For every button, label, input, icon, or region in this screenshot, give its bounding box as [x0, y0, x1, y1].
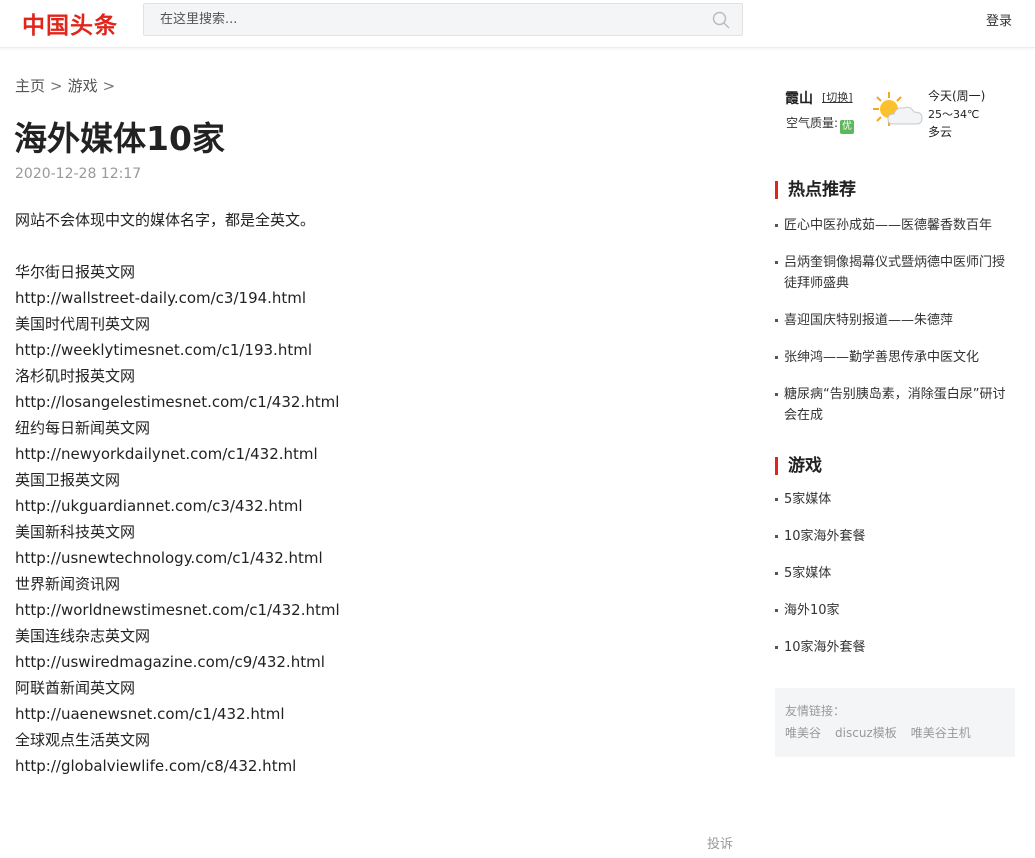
entry-name: 洛杉矶时报英文网 [15, 367, 136, 385]
entry-url: http://weeklytimesnet.com/c1/193.html [15, 341, 312, 359]
article-title: 海外媒体10家 [14, 119, 225, 158]
entry-url: http://losangelestimesnet.com/c1/432.htm… [15, 393, 340, 411]
games-item[interactable]: 10家海外套餐 [775, 526, 1015, 547]
entry-list: 华尔街日报英文网 http://wallstreet-daily.com/c3/1… [15, 259, 735, 779]
hot-section-title: 热点推荐 [775, 181, 856, 199]
friend-links-label: 友情链接： [785, 704, 846, 718]
weather-switch-link[interactable]: [切换] [822, 89, 853, 105]
weather-desc: 多云 [928, 125, 953, 139]
breadcrumb-separator: > [102, 77, 116, 95]
search-input[interactable] [144, 4, 704, 35]
weather-widget: 霞山 [切换] 空气质量: 优 今天(周一) 25～34℃ 多云 [775, 80, 1015, 150]
login-link[interactable]: 登录 [986, 10, 1012, 29]
hot-item[interactable]: 匠心中医孙成茹——医德馨香数百年 [775, 215, 1015, 236]
friend-link[interactable]: discuz模板 [835, 726, 897, 740]
top-header: 中国头条 登录 [0, 0, 1035, 48]
friend-link[interactable]: 唯美谷 [785, 726, 821, 740]
entry-url: http://globalviewlife.com/c8/432.html [15, 757, 297, 775]
games-item[interactable]: 5家媒体 [775, 563, 1015, 584]
entry-url: http://worldnewstimesnet.com/c1/432.html [15, 601, 340, 619]
entry-name: 华尔街日报英文网 [15, 263, 136, 281]
hot-item[interactable]: 张绅鸿——勤学善思传承中医文化 [775, 347, 1015, 368]
breadcrumb-section[interactable]: 游戏 [68, 77, 98, 95]
games-item[interactable]: 海外10家 [775, 600, 1015, 621]
report-link[interactable]: 投诉 [707, 833, 733, 852]
entry-name: 阿联酋新闻英文网 [15, 679, 136, 697]
search-box [143, 3, 743, 36]
breadcrumb-home[interactable]: 主页 [15, 77, 45, 95]
entry-url: http://usnewtechnology.com/c1/432.html [15, 549, 323, 567]
hot-item[interactable]: 喜迎国庆特别报道——朱德萍 [775, 310, 1015, 331]
friend-links: 友情链接： 唯美谷 discuz模板 唯美谷主机 [775, 688, 1015, 757]
hot-item[interactable]: 糖尿病“告别胰岛素，消除蛋白尿”研讨会在成 [775, 384, 1015, 426]
hot-list: 匠心中医孙成茹——医德馨香数百年吕炳奎铜像揭幕仪式暨炳德中医师门授徒拜师盛典喜迎… [775, 215, 1015, 426]
site-logo[interactable]: 中国头条 [22, 6, 118, 40]
breadcrumb-separator: > [50, 77, 63, 95]
entry-name: 世界新闻资讯网 [15, 575, 121, 593]
games-item[interactable]: 5家媒体 [775, 489, 1015, 510]
entry-name: 美国时代周刊英文网 [15, 315, 151, 333]
friend-link[interactable]: 唯美谷主机 [911, 726, 971, 740]
hot-item[interactable]: 吕炳奎铜像揭幕仪式暨炳德中医师门授徒拜师盛典 [775, 252, 1015, 294]
friend-links-row: 唯美谷 discuz模板 唯美谷主机 [785, 724, 1005, 741]
entry-name: 英国卫报英文网 [15, 471, 121, 489]
article-body: 网站不会体现中文的媒体名字，都是全英文。 华尔街日报英文网 http://wall… [15, 207, 735, 779]
games-item[interactable]: 10家海外套餐 [775, 637, 1015, 658]
games-section-title: 游戏 [775, 457, 822, 475]
weather-city: 霞山 [785, 91, 813, 107]
aq-badge: 优 [840, 120, 855, 134]
entry-url: http://uswiredmagazine.com/c9/432.html [15, 653, 325, 671]
search-icon[interactable] [712, 11, 730, 29]
article-date: 2020-12-28 12:17 [15, 166, 142, 182]
weather-temp: 25～34℃ [928, 108, 980, 121]
entry-url: http://newyorkdailynet.com/c1/432.html [15, 445, 318, 463]
sidebar: 霞山 [切换] 空气质量: 优 今天(周一) 25～34℃ 多云 热点推荐 匠心中… [775, 80, 1015, 655]
weather-today: 今天(周一) [928, 89, 986, 103]
entry-name: 全球观点生活英文网 [15, 731, 151, 749]
entry-url: http://uaenewsnet.com/c1/432.html [15, 705, 285, 723]
air-quality: 空气质量: 优 [786, 116, 855, 134]
breadcrumb: 主页 > 游戏 > [15, 75, 120, 96]
entry-name: 纽约每日新闻英文网 [15, 419, 151, 437]
article-intro: 网站不会体现中文的媒体名字，都是全英文。 [15, 211, 316, 229]
partly-cloudy-icon [873, 92, 923, 126]
entry-name: 美国连线杂志英文网 [15, 627, 151, 645]
games-list: 5家媒体 10家海外套餐 5家媒体海外10家 10家海外套餐 [775, 489, 1015, 658]
entry-name: 美国新科技英文网 [15, 523, 136, 541]
entry-url: http://wallstreet-daily.com/c3/194.html [15, 289, 307, 307]
entry-url: http://ukguardiannet.com/c3/432.html [15, 497, 303, 515]
